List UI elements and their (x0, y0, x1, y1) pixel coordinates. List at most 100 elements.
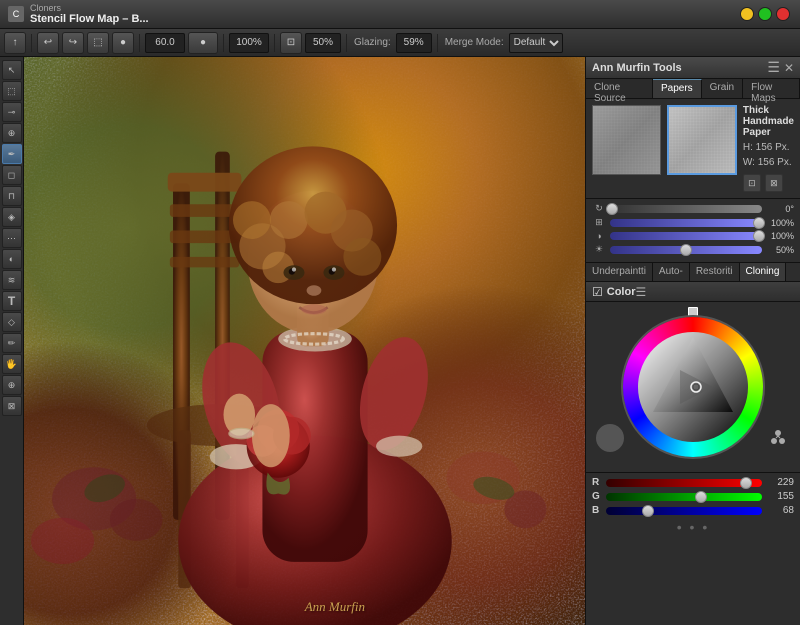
maximize-button[interactable] (758, 7, 772, 21)
brush-size-input[interactable]: 60.0 (145, 33, 185, 53)
tool-brush[interactable]: ✒ (2, 144, 22, 164)
paper-width: W: 156 Px. (743, 157, 792, 168)
brush-size-slider-btn[interactable]: ● (188, 32, 218, 54)
right-panel: Ann Murfin Tools ☰ ✕ Clone Source Papers… (585, 57, 800, 625)
rotation-track[interactable] (610, 205, 762, 213)
r-label: R (592, 477, 602, 488)
glazing-input[interactable]: 59% (396, 33, 432, 53)
tool-btn-2[interactable]: ↪ (62, 32, 84, 54)
bottom-tabs-row: Underpaintti Auto- Restoriti Cloning (586, 262, 800, 282)
tabs-row: Clone Source Papers Grain Flow Maps (586, 79, 800, 99)
tool-hand[interactable]: 🖐 (2, 354, 22, 374)
tab-grain[interactable]: Grain (702, 79, 743, 98)
contrast-track[interactable] (610, 232, 762, 240)
paper-name: Thick Handmade Paper (743, 105, 794, 138)
tab-papers[interactable]: Papers (653, 79, 702, 98)
b-slider-track[interactable] (606, 507, 762, 515)
g-label: G (592, 491, 602, 502)
contrast-icon: ◑ (592, 231, 606, 241)
opacity-input[interactable]: 100% (229, 33, 269, 53)
merge-mode-select[interactable]: Default (509, 33, 563, 53)
tool-arrow[interactable]: ↖ (2, 60, 22, 80)
capture-btn[interactable]: ⊡ (280, 32, 302, 54)
paper-height: H: 156 Px. (743, 142, 790, 153)
close-button[interactable] (776, 7, 790, 21)
tool-text[interactable]: T (2, 291, 22, 311)
color-panel-checkbox[interactable]: ☑ (592, 285, 603, 299)
tool-select-btn[interactable]: ↑ (4, 32, 26, 54)
g-value: 155 (766, 491, 794, 502)
rotation-icon: ↻ (592, 203, 606, 214)
tool-crop[interactable]: ⊕ (2, 123, 22, 143)
tool-clone[interactable]: ◈ (2, 207, 22, 227)
tab-underpaint[interactable]: Underpaintti (586, 263, 653, 281)
tool-zoom[interactable]: ⊕ (2, 375, 22, 395)
window-title: Stencil Flow Map – B... (30, 13, 149, 25)
scale-icon: ⊞ (592, 217, 606, 228)
panel-header: Ann Murfin Tools ☰ ✕ (586, 57, 800, 79)
separator-5 (346, 34, 347, 52)
minimize-button[interactable] (740, 7, 754, 21)
color-options-icon[interactable] (766, 425, 790, 452)
glazing-label: Glazing: (352, 37, 393, 48)
tool-pen[interactable]: ✏ (2, 333, 22, 353)
color-swatch-area (596, 424, 624, 452)
canvas-area[interactable]: Ann Murfin (24, 57, 585, 625)
size-pct-input[interactable]: 50% (305, 33, 341, 53)
tool-dodge[interactable]: ◐ (2, 249, 22, 269)
tool-btn-4[interactable]: ● (112, 32, 134, 54)
b-label: B (592, 505, 602, 516)
panel-title: Ann Murfin Tools (592, 62, 682, 74)
rgb-dots: • • • (592, 519, 794, 535)
brightness-track[interactable] (610, 246, 762, 254)
tab-auto[interactable]: Auto- (653, 263, 690, 281)
tab-cloning[interactable]: Cloning (740, 263, 787, 281)
paper-thumb-selected[interactable] (667, 105, 736, 175)
paper-preview-area: Thick Handmade Paper H: 156 Px. W: 156 P… (586, 99, 800, 198)
merge-mode-label: Merge Mode: (443, 37, 506, 48)
color-panel-menu[interactable]: ☰ (636, 285, 647, 299)
tool-marquee[interactable]: ⬚ (2, 81, 22, 101)
tool-smudge[interactable]: ≋ (2, 270, 22, 290)
left-toolbar: ↖ ⬚ ⊸ ⊕ ✒ ◻ ⊓ ◈ ⋯ ◐ ≋ T ◇ ✏ 🖐 ⊕ ⊠ (0, 57, 24, 625)
paper-icon-1[interactable]: ⊡ (743, 174, 761, 192)
brightness-value: 50% (766, 245, 794, 255)
g-slider-row: G 155 (592, 491, 794, 502)
tool-btn-1[interactable]: ↩ (37, 32, 59, 54)
sliders-section: ↻ 0° ⊞ 100% ◑ 100% (586, 198, 800, 262)
tool-btn-3[interactable]: ⬚ (87, 32, 109, 54)
color-indicator-top (688, 307, 698, 317)
color-wheel-inner[interactable] (638, 332, 748, 442)
tool-eyedropper[interactable]: ⊠ (2, 396, 22, 416)
color-panel-title: Color (607, 286, 636, 298)
panel-menu-icon[interactable]: ☰ (767, 59, 780, 76)
tab-restore[interactable]: Restoriti (690, 263, 740, 281)
b-value: 68 (766, 505, 794, 516)
foreground-color-swatch[interactable] (596, 424, 624, 452)
paper-icons-row: ⊡ ⊠ (743, 174, 794, 192)
r-slider-track[interactable] (606, 479, 762, 487)
g-slider-track[interactable] (606, 493, 762, 501)
watermark: Ann Murfin (305, 599, 365, 615)
separator-1 (31, 34, 32, 52)
tool-eraser[interactable]: ◻ (2, 165, 22, 185)
panel-close-btn[interactable]: ✕ (784, 61, 794, 75)
tool-shape[interactable]: ◇ (2, 312, 22, 332)
paper-thumb-1[interactable] (592, 105, 661, 175)
tool-lasso[interactable]: ⊸ (2, 102, 22, 122)
tab-flow-maps[interactable]: Flow Maps (743, 79, 800, 98)
titlebar: C Cloners Stencil Flow Map – B... (0, 0, 800, 29)
paper-icon-2[interactable]: ⊠ (765, 174, 783, 192)
scale-track[interactable] (610, 219, 762, 227)
main-area: ↖ ⬚ ⊸ ⊕ ✒ ◻ ⊓ ◈ ⋯ ◐ ≋ T ◇ ✏ 🖐 ⊕ ⊠ (0, 57, 800, 625)
scale-value: 100% (766, 218, 794, 228)
contrast-slider-row: ◑ 100% (592, 231, 794, 241)
tab-clone-source[interactable]: Clone Source (586, 79, 653, 98)
tool-paint-bucket[interactable]: ⊓ (2, 186, 22, 206)
tool-effects[interactable]: ⋯ (2, 228, 22, 248)
separator-2 (139, 34, 140, 52)
rotation-value: 0° (766, 204, 794, 214)
brightness-icon: ☀ (592, 244, 606, 255)
toolbar: ↑ ↩ ↪ ⬚ ● 60.0 ● 100% ⊡ 50% Glazing: 59%… (0, 29, 800, 57)
color-wheel[interactable] (623, 317, 763, 457)
